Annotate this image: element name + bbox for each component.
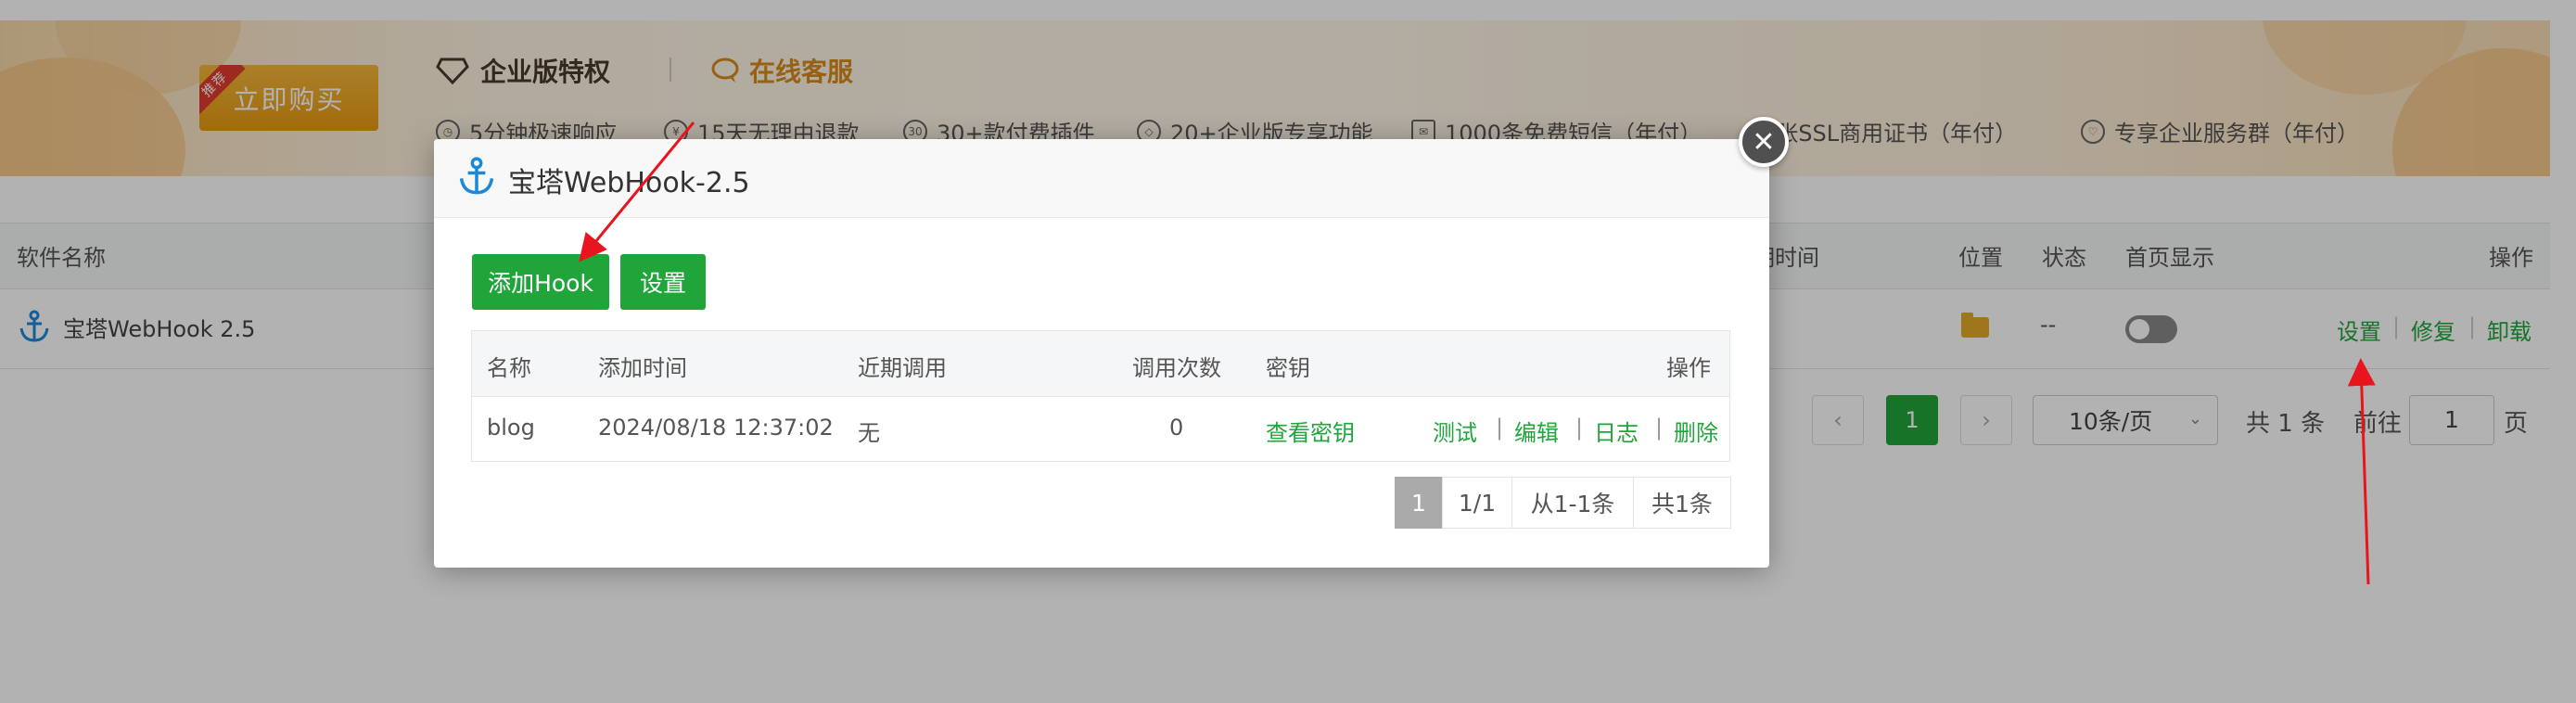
arrow-to-add-hook — [579, 121, 695, 262]
arrow-to-settings — [2347, 358, 2376, 585]
annotation-arrows — [579, 121, 2376, 585]
